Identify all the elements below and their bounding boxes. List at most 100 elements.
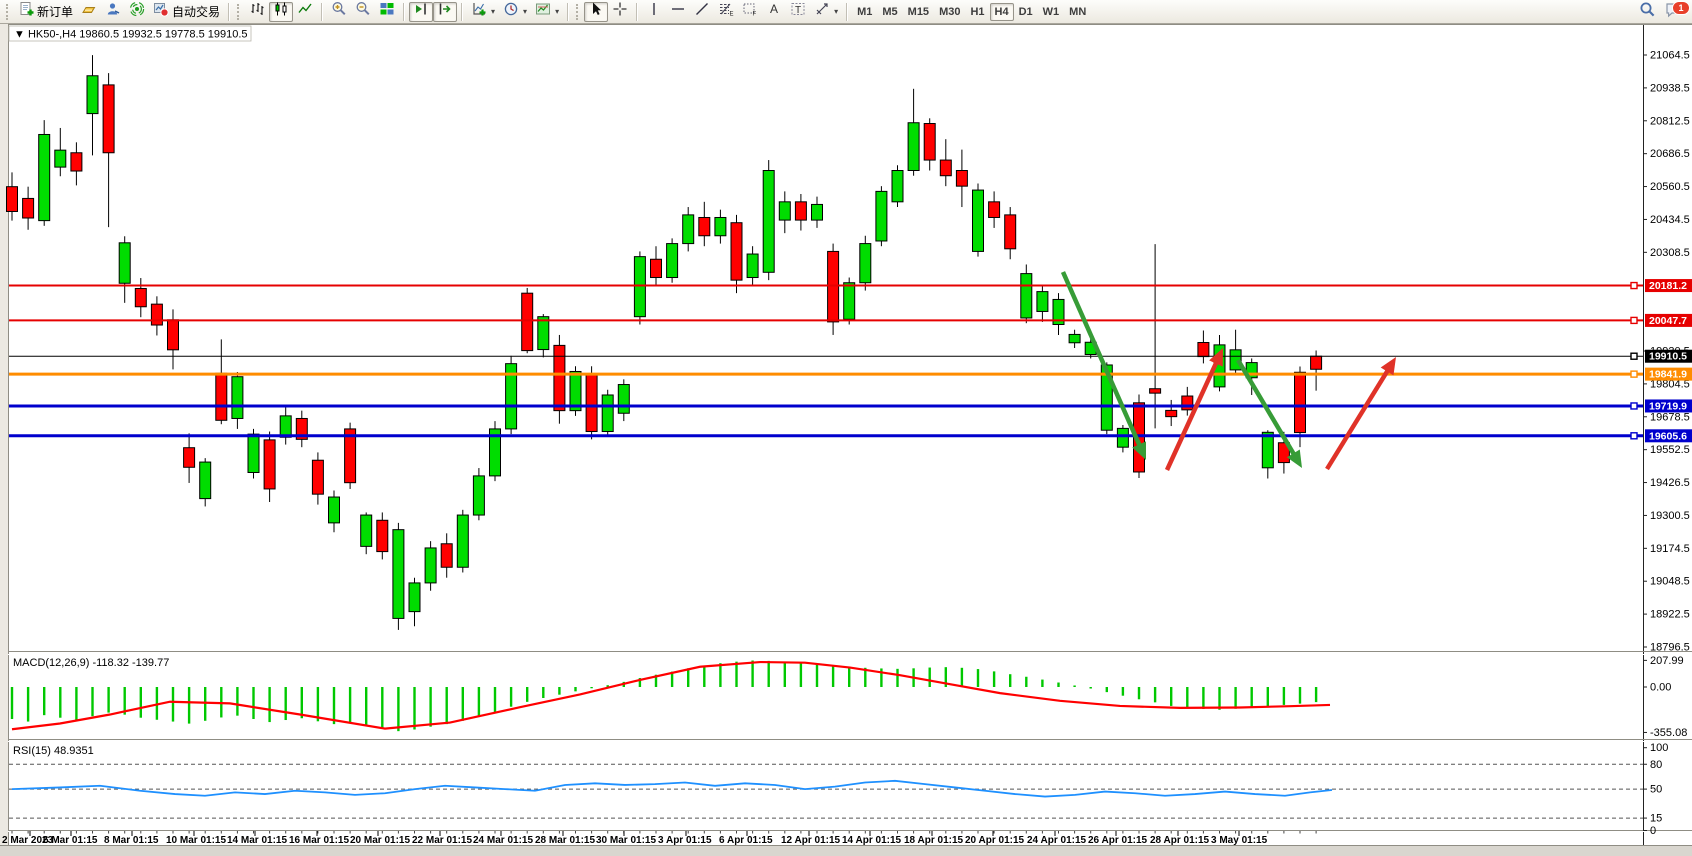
toolbar-drag-handle[interactable] (6, 4, 11, 20)
fibo-icon: E (718, 1, 734, 22)
timeframe-h4[interactable]: H4 (990, 3, 1014, 21)
label-tool-button[interactable]: T (786, 2, 810, 22)
svg-text:20434.5: 20434.5 (1650, 214, 1690, 226)
search-button[interactable] (1635, 2, 1660, 22)
svg-text:50: 50 (1650, 784, 1662, 796)
svg-text:100: 100 (1650, 742, 1668, 754)
cursor-button[interactable] (584, 2, 608, 22)
svg-text:18922.5: 18922.5 (1650, 609, 1690, 621)
account-button[interactable] (101, 2, 125, 22)
shapes-tool-button[interactable]: ▾ (810, 2, 842, 22)
toolbar-separator (228, 3, 230, 21)
deposit-icon (81, 1, 97, 22)
notification-badge: 1 (1672, 1, 1690, 15)
chart-shift-button[interactable] (409, 2, 433, 22)
new-order-button[interactable]: 新订单 (14, 2, 77, 22)
svg-text:26 Apr 01:15: 26 Apr 01:15 (1088, 835, 1148, 846)
chart-title[interactable]: ▼ HK50-,H4 19860.5 19932.5 19778.5 19910… (14, 29, 248, 41)
svg-text:19605.6: 19605.6 (1649, 430, 1687, 442)
svg-text:MACD(12,26,9) -118.32 -139.77: MACD(12,26,9) -118.32 -139.77 (13, 657, 169, 669)
trendline-icon (694, 1, 710, 22)
templates-icon (535, 1, 551, 22)
autotrade-button[interactable]: 自动交易 (149, 2, 224, 22)
vline-tool-button[interactable] (642, 2, 666, 22)
chart-autoscroll-button[interactable] (433, 2, 457, 22)
indicators-dropdown-caret[interactable]: ▾ (491, 7, 495, 16)
indicators-icon (471, 1, 487, 22)
vline-icon (646, 1, 662, 22)
svg-text:28 Mar 01:15: 28 Mar 01:15 (535, 835, 595, 846)
svg-text:30 Mar 01:15: 30 Mar 01:15 (596, 835, 656, 846)
tile-windows-button[interactable] (375, 2, 399, 22)
templates-dropdown-caret[interactable]: ▾ (555, 7, 559, 16)
indicators-button[interactable]: ▾ (467, 2, 499, 22)
templates-button[interactable]: ▾ (531, 2, 563, 22)
zoom-in-button[interactable] (327, 2, 351, 22)
hline-tool-button[interactable] (666, 2, 690, 22)
candlestick-icon (273, 1, 289, 22)
timeframe-m5[interactable]: M5 (877, 3, 902, 21)
svg-text:3 May 01:15: 3 May 01:15 (1211, 835, 1268, 846)
svg-text:18 Apr 01:15: 18 Apr 01:15 (904, 835, 964, 846)
deposit-button[interactable] (77, 2, 101, 22)
toolbar-separator (846, 3, 848, 21)
bar-chart-button[interactable] (245, 2, 269, 22)
price-chart-canvas[interactable]: 21064.520938.520812.520686.520560.520434… (0, 24, 1692, 856)
svg-text:19552.5: 19552.5 (1650, 444, 1690, 456)
toolbar-drag-handle[interactable] (237, 4, 242, 20)
svg-text:F: F (753, 12, 757, 18)
new-order-icon (18, 1, 34, 22)
timeframe-m30[interactable]: M30 (934, 3, 965, 21)
timeframe-h1[interactable]: H1 (965, 3, 989, 21)
channel-icon: F (742, 1, 758, 22)
svg-text:21064.5: 21064.5 (1650, 50, 1690, 62)
text-tool-button[interactable]: A (762, 2, 786, 22)
crosshair-button[interactable] (608, 2, 632, 22)
shapes-dropdown-caret[interactable]: ▾ (834, 7, 838, 16)
svg-text:20812.5: 20812.5 (1650, 115, 1690, 127)
svg-text:8 Mar 01:15: 8 Mar 01:15 (104, 835, 159, 846)
timeframe-m15[interactable]: M15 (903, 3, 934, 21)
svg-text:RSI(15) 48.9351: RSI(15) 48.9351 (13, 745, 94, 757)
toolbar-separator (636, 3, 638, 21)
svg-text:E: E (730, 12, 734, 18)
timeframe-w1[interactable]: W1 (1038, 3, 1065, 21)
zoom-out-button[interactable] (351, 2, 375, 22)
fibonacci-tool-button[interactable]: E (714, 2, 738, 22)
svg-text:-355.08: -355.08 (1650, 727, 1687, 739)
account-icon (105, 1, 121, 22)
autotrade-icon (153, 1, 169, 22)
svg-text:19719.9: 19719.9 (1649, 400, 1687, 412)
timeframe-d1[interactable]: D1 (1014, 3, 1038, 21)
cursor-icon (588, 1, 604, 22)
svg-text:6 Apr 01:15: 6 Apr 01:15 (719, 835, 773, 846)
channel-tool-button[interactable]: F (738, 2, 762, 22)
svg-text:80: 80 (1650, 759, 1662, 771)
timeframe-m1[interactable]: M1 (852, 3, 877, 21)
zoom-out-icon (355, 1, 371, 22)
trendline-tool-button[interactable] (690, 2, 714, 22)
svg-text:14 Mar 01:15: 14 Mar 01:15 (227, 835, 287, 846)
timeframe-group: M1M5M15M30H1H4D1W1MN (852, 3, 1091, 21)
autotrade-label: 自动交易 (172, 3, 220, 20)
signals-button[interactable] (125, 2, 149, 22)
svg-text:12 Apr 01:15: 12 Apr 01:15 (781, 835, 841, 846)
svg-text:19841.9: 19841.9 (1649, 369, 1687, 381)
svg-text:16 Mar 01:15: 16 Mar 01:15 (289, 835, 349, 846)
svg-text:19426.5: 19426.5 (1650, 477, 1690, 489)
crosshair-icon (612, 1, 628, 22)
notifications-button[interactable]: 1 (1660, 2, 1686, 22)
periods-clock-icon (503, 1, 519, 22)
svg-text:15: 15 (1650, 813, 1662, 825)
candlestick-button[interactable] (269, 2, 293, 22)
line-chart-button[interactable] (293, 2, 317, 22)
svg-text:6 Mar 01:15: 6 Mar 01:15 (43, 835, 98, 846)
timeframe-mn[interactable]: MN (1064, 3, 1091, 21)
text-icon: A (766, 1, 782, 22)
periods-dropdown-caret[interactable]: ▾ (523, 7, 527, 16)
toolbar-drag-handle[interactable] (576, 4, 581, 20)
svg-text:20 Mar 01:15: 20 Mar 01:15 (350, 835, 410, 846)
periods-button[interactable]: ▾ (499, 2, 531, 22)
chart-shift-icon (413, 1, 429, 22)
svg-text:A: A (770, 2, 778, 16)
